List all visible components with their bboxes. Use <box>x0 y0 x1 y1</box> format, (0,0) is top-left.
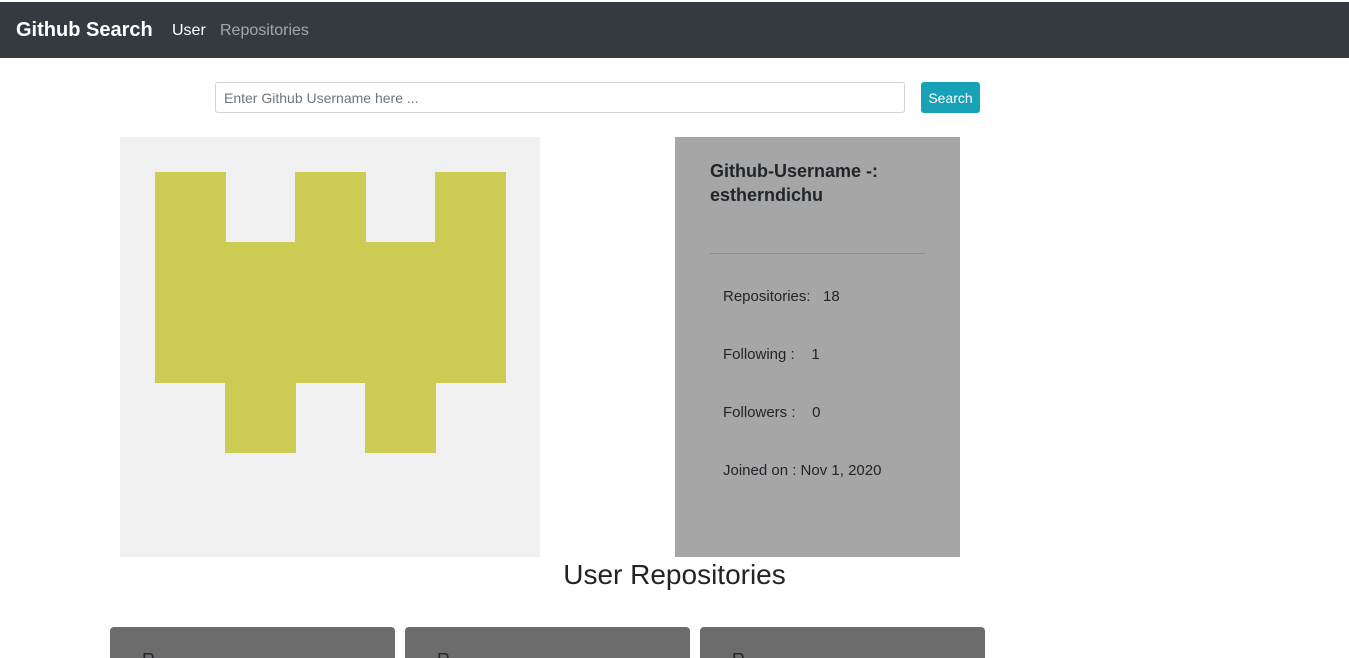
user-info-card: Github-Username -: estherndichu Reposito… <box>675 137 960 557</box>
repo-card-title: R <box>437 649 450 658</box>
user-avatar <box>120 137 540 557</box>
info-divider <box>710 253 925 254</box>
repo-card[interactable]: R <box>700 627 985 658</box>
nav-link-repositories[interactable]: Repositories <box>220 21 309 41</box>
repo-card[interactable]: R <box>110 627 395 658</box>
search-button[interactable]: Search <box>921 82 980 113</box>
identicon-image <box>155 172 506 453</box>
brand-logo-text[interactable]: Github Search <box>16 18 153 42</box>
username-label: Github-Username -: <box>710 161 879 181</box>
joined-date: Joined on : Nov 1, 2020 <box>723 462 882 479</box>
username-search-input[interactable] <box>215 82 905 113</box>
repo-card[interactable]: R <box>405 627 690 658</box>
user-repositories-heading: User Repositories <box>563 559 786 590</box>
nav-link-user[interactable]: User <box>172 21 206 41</box>
followers-count: Followers : 0 <box>723 404 821 421</box>
repositories-count: Repositories: 18 <box>723 288 840 305</box>
repo-card-title: R <box>732 649 745 658</box>
following-count: Following : 1 <box>723 346 820 363</box>
username-value: estherndichu <box>710 185 824 205</box>
top-navbar: Github Search User Repositories <box>0 2 1349 58</box>
username-heading: Github-Username -: estherndichu <box>710 159 930 207</box>
repo-card-title: R <box>142 649 155 658</box>
